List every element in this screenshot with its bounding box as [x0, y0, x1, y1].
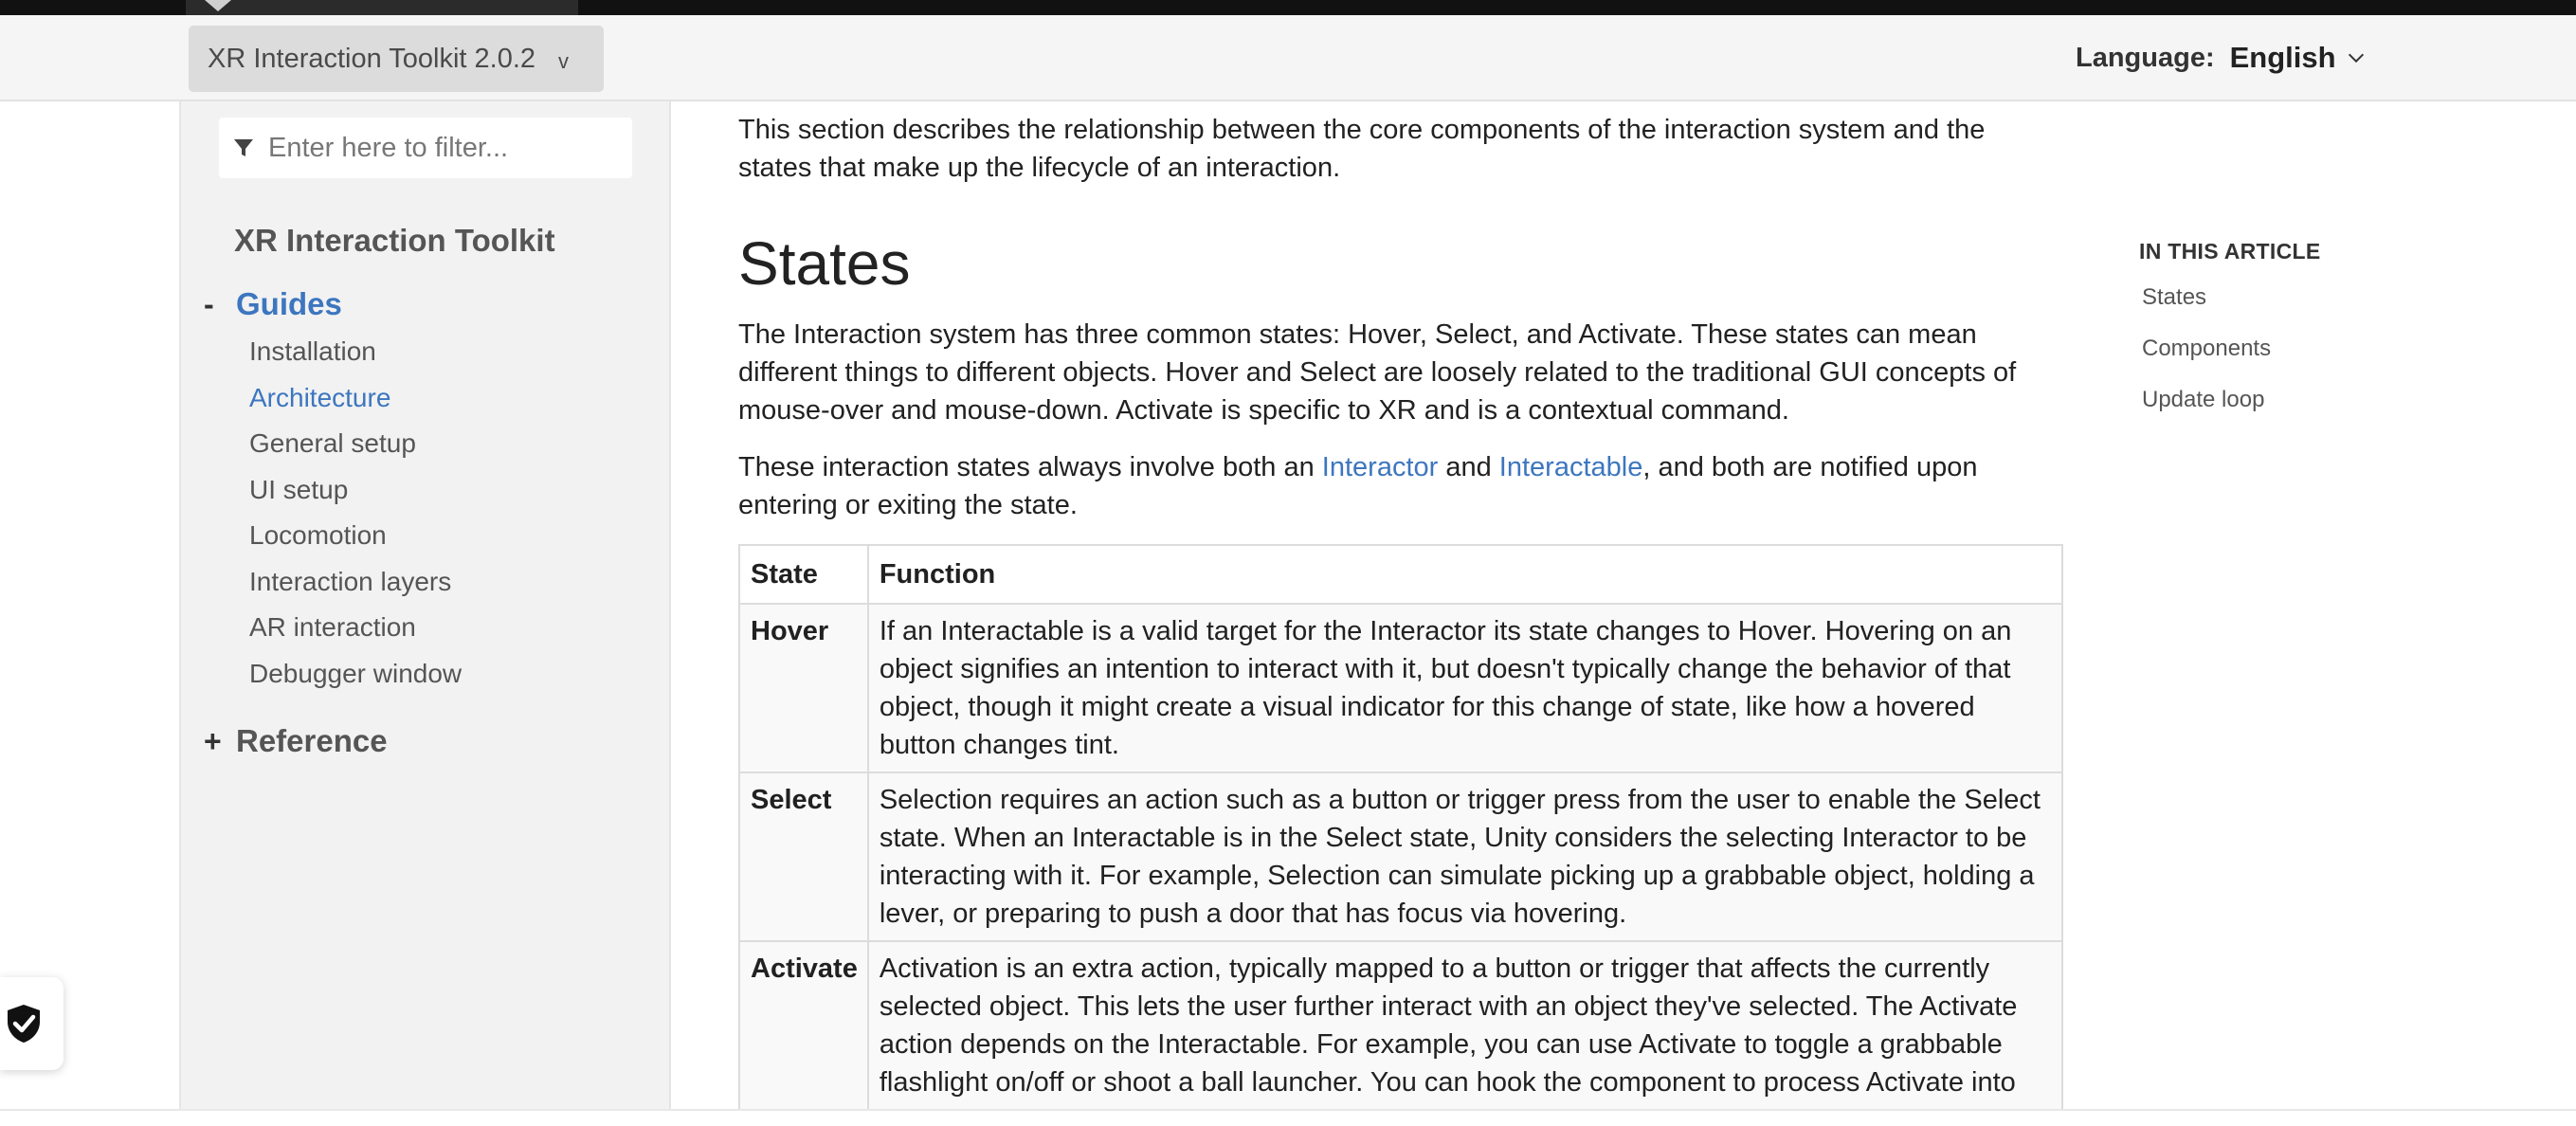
interactable-link[interactable]: Interactable — [1499, 452, 1643, 482]
table-cell-state: Hover — [738, 603, 869, 773]
paragraph-text: and — [1438, 452, 1499, 482]
article-toc-title: IN THIS ARTICLE — [2139, 239, 2321, 263]
toc-item-ui-setup[interactable]: UI setup — [249, 467, 462, 514]
table-cell-state: Activate — [738, 940, 869, 1126]
table-cell-function: Selection requires an action such as a b… — [866, 772, 2064, 942]
version-selector-button[interactable]: XR Interaction Toolkit 2.0.2 v — [189, 26, 604, 92]
toc-title[interactable]: XR Interaction Toolkit — [234, 223, 555, 259]
shield-check-icon — [7, 1005, 40, 1043]
filter-icon — [234, 139, 253, 156]
table-cell-function: Activation is an extra action, typically… — [866, 940, 2064, 1126]
table-cell-function: If an Interactable is a valid target for… — [866, 603, 2064, 773]
sidebar: XR Interaction Toolkit - Guides Installa… — [181, 101, 671, 1109]
table-cell-state: Select — [738, 772, 869, 942]
filter-box[interactable] — [219, 118, 632, 178]
page-heading: States — [738, 229, 911, 298]
toc-item-architecture[interactable]: Architecture — [249, 375, 462, 422]
chevron-down-icon[interactable] — [2346, 47, 2367, 68]
toc-list: Installation Architecture General setup … — [249, 329, 462, 697]
table-row: Select Selection requires an action such… — [738, 772, 2064, 942]
article-toc-item-components[interactable]: Components — [2142, 335, 2320, 386]
language-selector[interactable]: Language: English — [2076, 34, 2367, 82]
top-bar-caret-icon — [205, 0, 231, 11]
version-label: XR Interaction Toolkit 2.0.2 — [208, 43, 536, 74]
article-toc: IN THIS ARTICLE States Components Update… — [2139, 239, 2320, 437]
toc-item-ar-interaction[interactable]: AR interaction — [249, 605, 462, 651]
bottom-area — [0, 1111, 2576, 1126]
top-bar — [0, 0, 2576, 15]
collapse-icon[interactable]: - — [204, 287, 234, 322]
language-label: Language: — [2076, 42, 2215, 73]
top-bar-tab — [186, 0, 578, 15]
filter-input[interactable] — [268, 132, 628, 164]
paragraph-text: These interaction states always involve … — [738, 452, 1322, 482]
toc-item-locomotion[interactable]: Locomotion — [249, 513, 462, 559]
table-header-row: State Function — [738, 544, 2064, 605]
intro-paragraph: This section describes the relationship … — [738, 115, 1986, 183]
toc-item-debugger-window[interactable]: Debugger window — [249, 651, 462, 698]
header: XR Interaction Toolkit 2.0.2 v Language:… — [0, 15, 2576, 101]
article-toc-item-update-loop[interactable]: Update loop — [2142, 386, 2320, 437]
article-toc-item-states[interactable]: States — [2142, 283, 2320, 335]
privacy-shield-button[interactable] — [0, 977, 63, 1070]
toc-item-general-setup[interactable]: General setup — [249, 421, 462, 467]
toc-item-installation[interactable]: Installation — [249, 329, 462, 375]
toc-item-interaction-layers[interactable]: Interaction layers — [249, 559, 462, 606]
toc-group-label[interactable]: Reference — [236, 723, 388, 759]
states-table: State Function Hover If an Interactable … — [738, 544, 2064, 1126]
version-caret-icon: v — [558, 49, 570, 73]
toc-group-label[interactable]: Guides — [236, 286, 342, 322]
interactor-link[interactable]: Interactor — [1322, 452, 1439, 482]
table-header-state: State — [738, 544, 869, 605]
toc-group-reference[interactable]: + Reference — [204, 723, 388, 759]
interaction-paragraph: These interaction states always involve … — [738, 448, 2065, 524]
table-header-function: Function — [866, 544, 2064, 605]
article-toc-list: States Components Update loop — [2142, 283, 2320, 437]
expand-icon[interactable]: + — [204, 724, 234, 759]
toc-group-guides[interactable]: - Guides — [204, 286, 342, 322]
table-row: Hover If an Interactable is a valid targ… — [738, 603, 2064, 773]
table-row: Activate Activation is an extra action, … — [738, 940, 2064, 1126]
states-paragraph: The Interaction system has three common … — [738, 319, 2017, 426]
language-value[interactable]: English — [2230, 41, 2336, 75]
